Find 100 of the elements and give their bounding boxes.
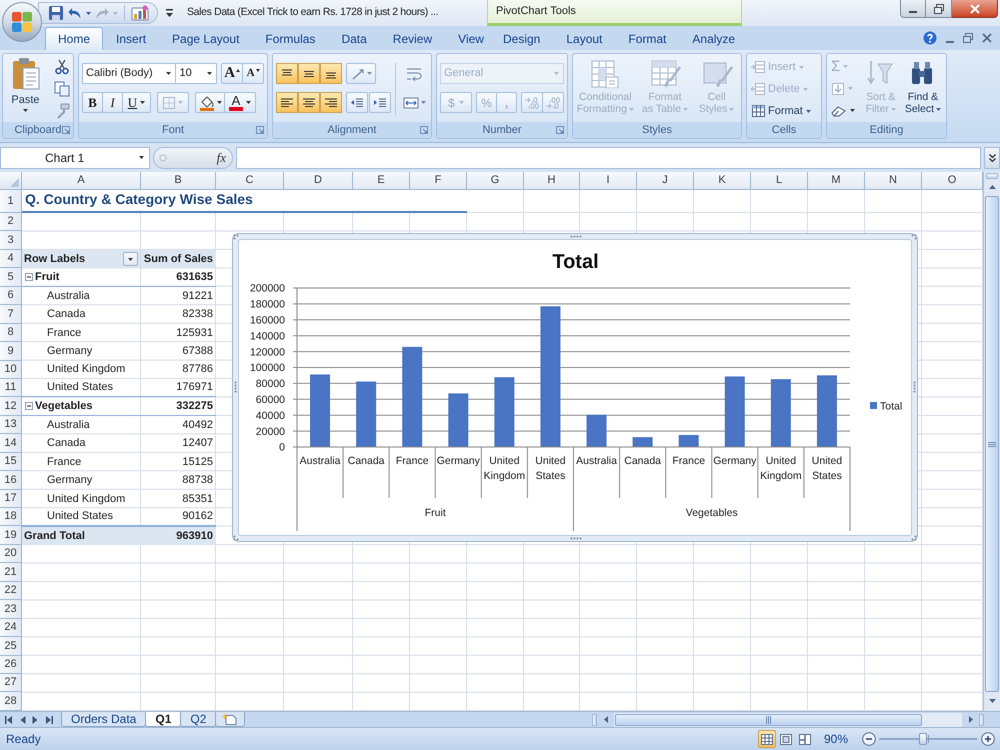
- ribbon-tab[interactable]: Insert: [103, 27, 160, 50]
- row-header[interactable]: 1: [0, 190, 22, 213]
- row-header[interactable]: 22: [0, 582, 22, 600]
- row-header[interactable]: 19: [0, 526, 22, 545]
- resize-handle-icon[interactable]: [570, 235, 582, 238]
- split-handle[interactable]: [986, 173, 998, 179]
- grow-font-button[interactable]: A: [221, 63, 244, 84]
- column-header[interactable]: A: [22, 172, 141, 190]
- row-header[interactable]: 11: [0, 378, 22, 398]
- align-top-button[interactable]: [276, 63, 298, 84]
- column-header[interactable]: C: [216, 172, 284, 190]
- bold-button[interactable]: B: [82, 92, 103, 113]
- fill-color-button[interactable]: [195, 92, 225, 113]
- column-header[interactable]: H: [524, 172, 580, 190]
- column-header[interactable]: D: [284, 172, 353, 190]
- sheet-tab[interactable]: Orders Data: [61, 712, 146, 727]
- column-header[interactable]: O: [922, 172, 983, 190]
- column-header[interactable]: F: [410, 172, 467, 190]
- row-header[interactable]: 21: [0, 563, 22, 582]
- sheet-tab[interactable]: Q2: [180, 712, 216, 727]
- chart-icon[interactable]: [131, 5, 149, 21]
- row-header[interactable]: 26: [0, 656, 22, 674]
- resize-handle-icon[interactable]: [911, 535, 917, 541]
- zoom-out-icon[interactable]: [862, 732, 876, 746]
- dialog-launcher-icon[interactable]: [420, 126, 428, 134]
- filter-dropdown-button[interactable]: [123, 252, 138, 266]
- next-sheet-icon[interactable]: [32, 716, 38, 724]
- ribbon-tab[interactable]: Review: [380, 27, 446, 50]
- row-header[interactable]: 23: [0, 600, 22, 619]
- row-header[interactable]: 5: [0, 268, 22, 287]
- sheet-tab[interactable]: Q1: [145, 712, 182, 727]
- ribbon-tab[interactable]: Data: [328, 27, 380, 50]
- restore-button[interactable]: [926, 0, 952, 18]
- column-header[interactable]: I: [580, 172, 637, 190]
- split-handle[interactable]: [592, 714, 597, 726]
- resize-handle-icon[interactable]: [233, 535, 239, 541]
- dialog-launcher-icon[interactable]: [256, 126, 264, 134]
- resize-handle-icon[interactable]: [913, 381, 916, 393]
- copy-icon[interactable]: [54, 81, 70, 97]
- column-header[interactable]: N: [865, 172, 922, 190]
- normal-view-button[interactable]: [758, 730, 776, 748]
- row-header[interactable]: 27: [0, 674, 22, 692]
- row-header[interactable]: 2: [0, 213, 22, 232]
- align-center-button[interactable]: [298, 92, 320, 113]
- undo-icon[interactable]: [68, 6, 82, 20]
- resize-handle-icon[interactable]: [570, 537, 582, 540]
- scissors-icon[interactable]: [54, 59, 70, 75]
- row-header[interactable]: 10: [0, 360, 22, 379]
- last-sheet-icon[interactable]: [44, 716, 53, 724]
- insert-function-button[interactable]: fx: [216, 148, 226, 168]
- align-left-button[interactable]: [276, 92, 298, 113]
- row-header[interactable]: 16: [0, 471, 22, 490]
- column-header[interactable]: K: [694, 172, 751, 190]
- dialog-launcher-icon[interactable]: [62, 126, 70, 134]
- ribbon-tab[interactable]: Formulas: [252, 27, 328, 50]
- shrink-font-button[interactable]: A: [242, 63, 264, 84]
- split-handle[interactable]: [979, 714, 984, 726]
- row-header[interactable]: 24: [0, 618, 22, 638]
- font-color-button[interactable]: A: [224, 92, 256, 113]
- column-header[interactable]: G: [467, 172, 524, 190]
- collapse-toggle-icon[interactable]: [25, 402, 33, 410]
- new-sheet-button[interactable]: [215, 712, 246, 727]
- column-header[interactable]: J: [637, 172, 694, 190]
- close-icon[interactable]: [982, 33, 992, 43]
- previous-sheet-icon[interactable]: [20, 716, 26, 724]
- customize-menu-icon[interactable]: [166, 9, 173, 17]
- resize-handle-icon[interactable]: [234, 381, 237, 393]
- find-select-button[interactable]: Find & Select: [904, 58, 942, 122]
- row-header[interactable]: 9: [0, 342, 22, 360]
- italic-button[interactable]: I: [102, 92, 123, 113]
- zoom-slider[interactable]: [879, 732, 977, 746]
- row-header[interactable]: 28: [0, 692, 22, 711]
- row-header[interactable]: 6: [0, 286, 22, 306]
- row-header[interactable]: 7: [0, 305, 22, 324]
- save-icon[interactable]: [48, 5, 64, 21]
- decrease-indent-button[interactable]: [346, 92, 368, 113]
- zoom-level-button[interactable]: 90%: [822, 730, 850, 748]
- row-header[interactable]: 8: [0, 324, 22, 342]
- row-header[interactable]: 25: [0, 637, 22, 656]
- scroll-thumb[interactable]: [985, 196, 999, 692]
- minimize-icon[interactable]: [946, 40, 954, 42]
- formula-input[interactable]: [236, 146, 981, 168]
- row-header[interactable]: 20: [0, 544, 22, 564]
- row-header[interactable]: 12: [0, 397, 22, 416]
- column-header[interactable]: M: [808, 172, 865, 190]
- resize-handle-icon[interactable]: [911, 234, 917, 240]
- restore-icon[interactable]: [963, 33, 973, 43]
- increase-indent-button[interactable]: [369, 92, 391, 113]
- ribbon-tab[interactable]: Home: [45, 27, 104, 50]
- scroll-thumb[interactable]: [615, 714, 922, 726]
- align-bottom-button[interactable]: [320, 63, 342, 84]
- row-header[interactable]: 18: [0, 508, 22, 526]
- help-icon[interactable]: [923, 31, 937, 45]
- paste-button[interactable]: Paste: [6, 57, 45, 122]
- collapse-toggle-icon[interactable]: [25, 273, 33, 282]
- ribbon-tab[interactable]: Analyze: [679, 27, 748, 50]
- ribbon-tab[interactable]: Page Layout: [159, 27, 252, 50]
- row-header[interactable]: 3: [0, 231, 22, 250]
- expand-formula-bar-button[interactable]: [984, 146, 1000, 168]
- row-header[interactable]: 4: [0, 250, 22, 268]
